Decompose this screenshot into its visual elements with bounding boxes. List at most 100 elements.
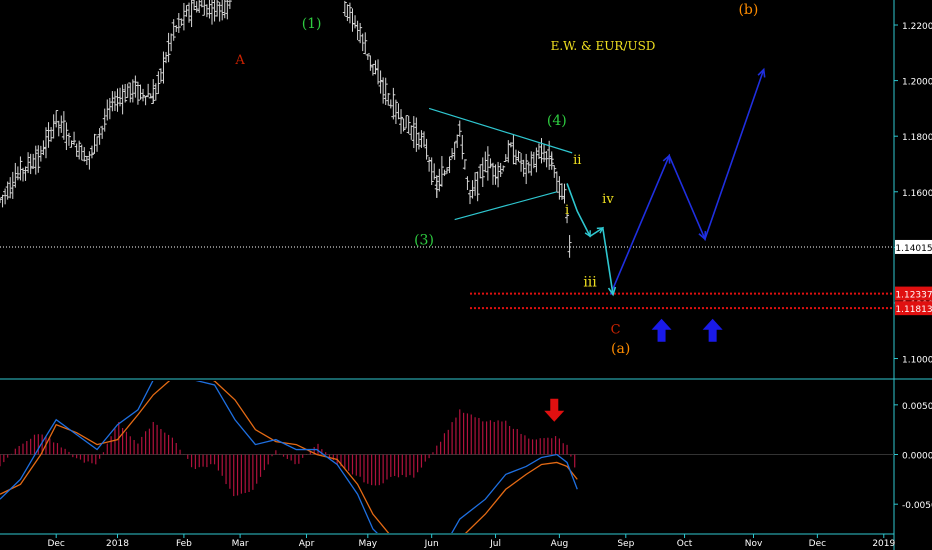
ohlc-bar bbox=[215, 0, 220, 17]
ohlc-bar bbox=[123, 83, 128, 103]
ohlc-bar bbox=[467, 189, 472, 205]
ohlc-bar bbox=[115, 88, 120, 112]
wave-label: (a) bbox=[611, 341, 630, 357]
x-tick-label: Dec bbox=[47, 539, 64, 549]
ohlc-bar bbox=[125, 83, 130, 98]
wave-label: A bbox=[234, 53, 245, 68]
ohlc-bar bbox=[511, 133, 516, 165]
ohlc-bar bbox=[66, 132, 71, 146]
ohlc-bar bbox=[128, 82, 133, 103]
ohlc-bar bbox=[56, 120, 61, 137]
ohlc-bar bbox=[161, 51, 166, 84]
ohlc-bar bbox=[416, 132, 421, 150]
current-price-label: 1.14015 bbox=[895, 244, 932, 254]
ohlc-bar bbox=[164, 52, 169, 64]
macd-lines bbox=[0, 381, 578, 533]
signal-line bbox=[0, 381, 578, 533]
ohlc-bar bbox=[77, 140, 82, 160]
x-tick-label: Nov bbox=[745, 539, 763, 549]
ohlc-bar bbox=[409, 125, 414, 140]
x-tick-label: Mar bbox=[232, 539, 249, 549]
ohlc-bar bbox=[187, 2, 192, 23]
ohlc-bar bbox=[478, 164, 483, 179]
ohlc-bar bbox=[20, 167, 25, 182]
ohlc-bar bbox=[488, 158, 493, 169]
ohlc-bar bbox=[427, 156, 432, 172]
ohlc-bar bbox=[199, 0, 204, 8]
ohlc-bar bbox=[107, 97, 112, 120]
ohlc-bar bbox=[222, 0, 227, 19]
ohlc-bar bbox=[89, 145, 94, 159]
ohlc-bar bbox=[506, 140, 511, 163]
ohlc-bar bbox=[74, 143, 79, 157]
ohlc-bar bbox=[391, 87, 396, 120]
ohlc-bar bbox=[480, 157, 485, 187]
wave-label: (b) bbox=[738, 2, 758, 18]
x-tick-label: May bbox=[359, 539, 378, 549]
ohlc-bar bbox=[158, 68, 163, 83]
x-tick-label: Sep bbox=[617, 539, 634, 549]
ohlc-bar bbox=[225, 0, 230, 20]
down-arrow-shape bbox=[544, 398, 565, 422]
ohlc-bar bbox=[0, 197, 2, 203]
ohlc-bar bbox=[404, 115, 409, 129]
ohlc-bar bbox=[350, 8, 355, 32]
ohlc-bar bbox=[204, 4, 209, 18]
ohlc-bar bbox=[102, 108, 107, 132]
ohlc-bar bbox=[105, 99, 110, 121]
x-tick-label: 2018 bbox=[106, 539, 129, 549]
ohlc-bar bbox=[360, 33, 365, 52]
ohlc-bar bbox=[465, 176, 470, 190]
wave-label: (1) bbox=[302, 16, 322, 32]
ohlc-bar bbox=[179, 18, 184, 26]
ohlc-bar bbox=[138, 84, 143, 100]
x-tick-label: Apr bbox=[299, 539, 315, 549]
ohlc-bar bbox=[381, 77, 386, 104]
wave-label: i bbox=[565, 203, 569, 218]
macd-line bbox=[0, 381, 578, 533]
ohlc-bar bbox=[539, 138, 544, 164]
y-tick-label: 1.18000 bbox=[902, 133, 932, 143]
ohlc-bar bbox=[521, 159, 526, 177]
y-tick-label: 1.22000 bbox=[902, 22, 932, 32]
ohlc-bar bbox=[424, 138, 429, 160]
ohlc-bar bbox=[100, 125, 105, 139]
wave-label: C bbox=[611, 323, 621, 338]
ohlc-bar bbox=[345, 4, 350, 22]
y-tick-label: 1.20000 bbox=[902, 78, 932, 88]
ohlc-bar bbox=[95, 136, 100, 152]
ohlc-bar bbox=[401, 118, 406, 132]
ohlc-bar bbox=[166, 32, 171, 63]
ohlc-bar bbox=[61, 111, 66, 140]
ohlc-bar bbox=[386, 93, 391, 106]
ohlc-bar bbox=[552, 165, 557, 178]
ohlc-bar bbox=[3, 188, 8, 205]
ohlc-bar bbox=[452, 141, 457, 160]
ohlc-bar bbox=[475, 171, 480, 202]
wave-label: iii bbox=[583, 274, 597, 290]
up-arrow-shape bbox=[702, 318, 723, 342]
ohlc-bar bbox=[447, 156, 452, 174]
ohlc-bar bbox=[5, 181, 10, 200]
ohlc-bar bbox=[414, 117, 419, 152]
ohlc-bar bbox=[202, 0, 205, 16]
ohlc-bar bbox=[455, 134, 460, 148]
ohlc-bar bbox=[457, 120, 462, 137]
x-tick-label: Oct bbox=[677, 539, 693, 549]
wave-label: iv bbox=[602, 192, 614, 207]
ohlc-bar bbox=[64, 122, 69, 151]
ohlc-bar bbox=[406, 115, 411, 134]
ohlc-bar bbox=[13, 162, 18, 188]
ohlc-bar bbox=[462, 159, 467, 170]
ohlc-bar bbox=[72, 131, 77, 146]
ohlc-bar bbox=[146, 83, 151, 98]
ohlc-bar bbox=[439, 156, 444, 187]
ohlc-bar bbox=[399, 109, 404, 134]
ohlc-bar bbox=[388, 99, 393, 109]
wave-label: (3) bbox=[414, 233, 434, 249]
ohlc-bar bbox=[353, 15, 358, 29]
wave-label: (4) bbox=[547, 113, 567, 129]
ohlc-bar bbox=[557, 176, 562, 200]
support-label: 1.12337 bbox=[895, 291, 932, 301]
ohlc-bar bbox=[143, 95, 148, 106]
